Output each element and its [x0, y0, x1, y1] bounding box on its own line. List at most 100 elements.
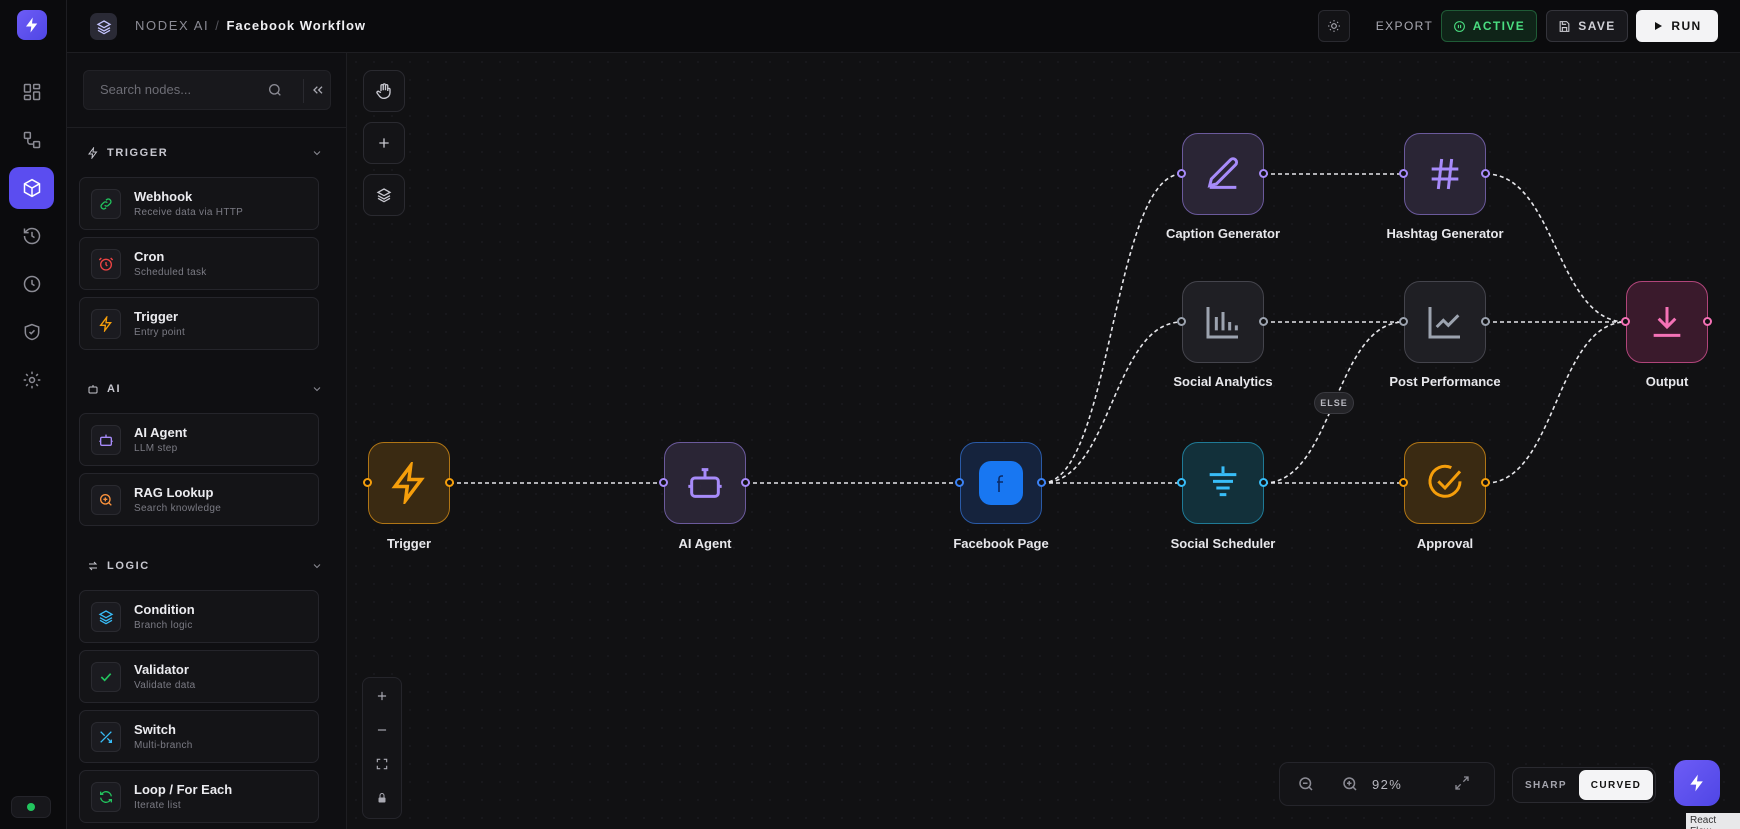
edge-style-curved[interactable]: CURVED [1579, 770, 1653, 800]
zoom-in-button[interactable] [363, 680, 401, 712]
zoom-out-icon[interactable] [1297, 775, 1315, 793]
handle-trigger-in[interactable] [363, 478, 372, 487]
export-button[interactable]: EXPORT [1357, 10, 1452, 42]
node-item-desc: Multi-branch [134, 740, 193, 751]
fit-view-button[interactable] [363, 748, 401, 780]
handle-approval-in[interactable] [1399, 478, 1408, 487]
minus-icon [377, 729, 387, 731]
breadcrumb-workspace[interactable]: NODEX AI [135, 18, 209, 33]
rail-history[interactable] [9, 215, 54, 257]
robot-icon [88, 385, 98, 394]
node-item-trigger[interactable]: Trigger Entry point [79, 297, 319, 350]
check-icon [91, 662, 121, 692]
handle-trigger-out[interactable] [445, 478, 454, 487]
handle-ai-agent-out[interactable] [741, 478, 750, 487]
node-facebook-page[interactable] [960, 442, 1042, 524]
robot-icon [91, 425, 121, 455]
section-logic-header[interactable]: LOGIC [87, 558, 323, 574]
grid-icon [23, 83, 40, 101]
run-button[interactable]: RUN [1636, 10, 1718, 42]
node-item-switch[interactable]: Switch Multi-branch [79, 710, 319, 763]
rail-nodes[interactable] [9, 167, 54, 209]
workspace-icon[interactable] [90, 13, 117, 40]
edge-approval-output [1485, 321, 1627, 484]
node-approval[interactable] [1404, 442, 1486, 524]
zoom-in-icon[interactable] [1341, 775, 1359, 793]
section-trigger-header[interactable]: TRIGGER [87, 145, 323, 161]
sidebar-divider [67, 127, 346, 128]
node-ai-agent[interactable] [664, 442, 746, 524]
workflow-canvas[interactable]: ELSE Trigger AI Agent Facebook Page Capt… [347, 53, 1740, 829]
node-item-cron[interactable]: Cron Scheduled task [79, 237, 319, 290]
search-plus-icon [91, 485, 121, 515]
bolt-icon [26, 17, 38, 33]
bolt-icon [391, 462, 425, 504]
node-post-performance[interactable] [1404, 281, 1486, 363]
handle-caption-in[interactable] [1177, 169, 1186, 178]
node-item-desc: Branch logic [134, 620, 193, 631]
node-label-social-scheduler: Social Scheduler [1170, 536, 1276, 551]
chevron-down-icon [313, 151, 321, 156]
rail-dashboard[interactable] [9, 71, 54, 113]
rail-security[interactable] [9, 311, 54, 353]
node-social-analytics[interactable] [1182, 281, 1264, 363]
handle-ai-agent-in[interactable] [659, 478, 668, 487]
icon-rail [0, 0, 67, 829]
handle-approval-out[interactable] [1481, 478, 1490, 487]
else-edge-label[interactable]: ELSE [1314, 392, 1354, 414]
handle-scheduler-out[interactable] [1259, 478, 1268, 487]
expand-icon[interactable] [1454, 775, 1470, 791]
download-icon [1653, 307, 1681, 337]
handle-analytics-out[interactable] [1259, 317, 1268, 326]
split-icon [91, 722, 121, 752]
app-logo[interactable] [17, 10, 47, 40]
handle-scheduler-in[interactable] [1177, 478, 1186, 487]
node-item-webhook[interactable]: Webhook Receive data via HTTP [79, 177, 319, 230]
rail-workflows[interactable] [9, 119, 54, 161]
node-item-title: Condition [134, 602, 195, 617]
node-output[interactable] [1626, 281, 1708, 363]
run-label: RUN [1671, 19, 1702, 33]
node-item-condition[interactable]: Condition Branch logic [79, 590, 319, 643]
handle-hashtag-in[interactable] [1399, 169, 1408, 178]
node-item-validator[interactable]: Validator Validate data [79, 650, 319, 703]
node-item-rag-lookup[interactable]: RAG Lookup Search knowledge [79, 473, 319, 526]
handle-facebook-in[interactable] [955, 478, 964, 487]
collapse-sidebar-icon[interactable] [310, 82, 326, 98]
handle-output-in[interactable] [1621, 317, 1630, 326]
robot-icon [688, 468, 722, 498]
theme-toggle-button[interactable] [1318, 10, 1350, 42]
search-input[interactable] [100, 82, 260, 97]
node-social-scheduler[interactable] [1182, 442, 1264, 524]
handle-analytics-in[interactable] [1177, 317, 1186, 326]
node-item-title: AI Agent [134, 425, 187, 440]
node-item-desc: LLM step [134, 443, 178, 454]
node-label-ai-agent: AI Agent [678, 536, 732, 551]
handle-facebook-out[interactable] [1037, 478, 1046, 487]
section-ai-header[interactable]: AI [87, 381, 323, 397]
handle-caption-out[interactable] [1259, 169, 1268, 178]
handle-output-out[interactable] [1703, 317, 1712, 326]
handle-performance-in[interactable] [1399, 317, 1408, 326]
rail-schedule[interactable] [9, 263, 54, 305]
react-flow-attribution[interactable]: React Flow [1686, 813, 1740, 829]
node-search [83, 70, 331, 110]
save-button[interactable]: SAVE [1546, 10, 1628, 42]
node-trigger[interactable] [368, 442, 450, 524]
active-toggle-button[interactable]: ACTIVE [1441, 10, 1537, 42]
node-item-loop[interactable]: Loop / For Each Iterate list [79, 770, 319, 823]
section-title: TRIGGER [107, 147, 169, 159]
handle-performance-out[interactable] [1481, 317, 1490, 326]
edge-style-sharp[interactable]: SHARP [1515, 770, 1577, 800]
node-caption-generator[interactable] [1182, 133, 1264, 215]
lock-icon [378, 793, 386, 803]
handle-hashtag-out[interactable] [1481, 169, 1490, 178]
node-item-ai-agent[interactable]: AI Agent LLM step [79, 413, 319, 466]
node-item-title: Loop / For Each [134, 782, 233, 797]
quick-action-button[interactable] [1674, 760, 1720, 806]
zoom-out-button[interactable] [363, 714, 401, 746]
lock-button[interactable] [363, 782, 401, 814]
rail-settings[interactable] [9, 359, 54, 401]
node-hashtag-generator[interactable] [1404, 133, 1486, 215]
pencil-icon [1207, 157, 1239, 189]
